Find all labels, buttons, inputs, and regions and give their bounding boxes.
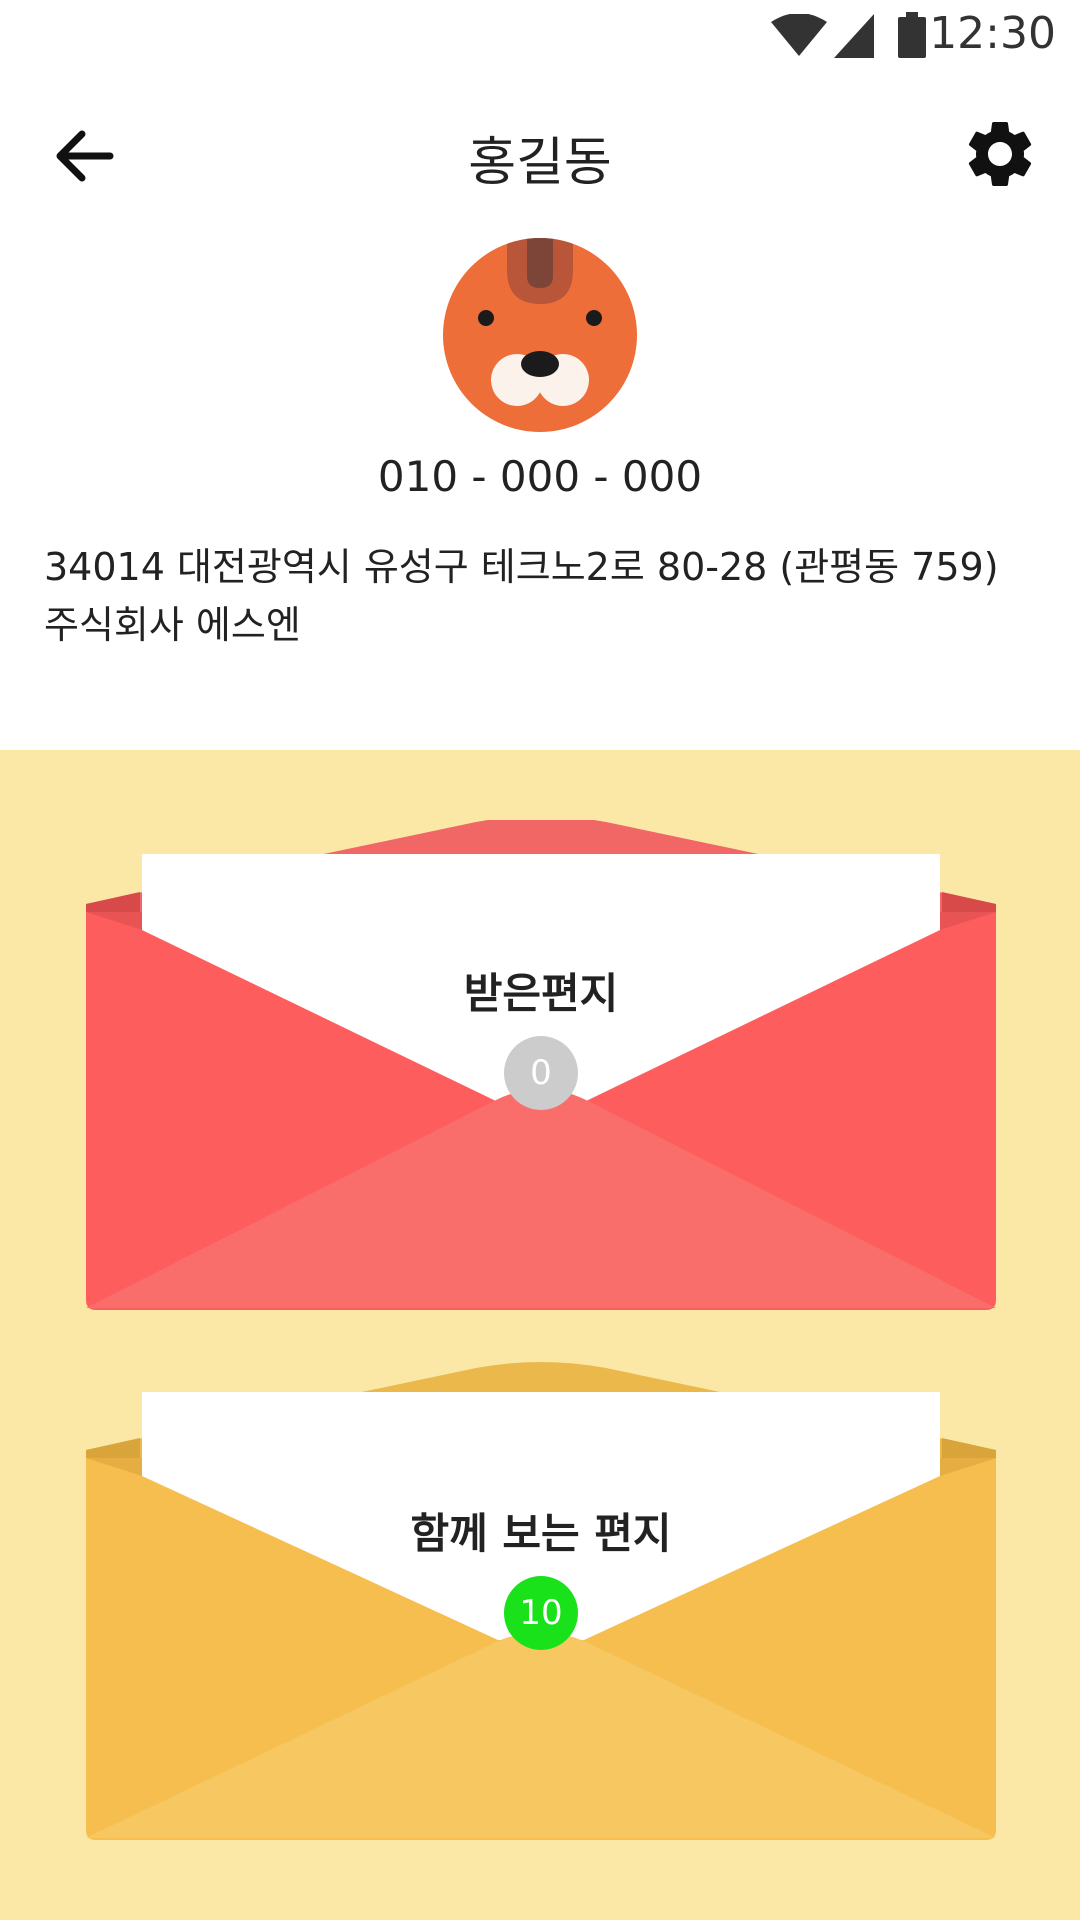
gear-icon[interactable] <box>960 114 1040 194</box>
signal-icon <box>834 14 874 58</box>
app-bar: 홍길동 <box>0 100 1080 210</box>
received-letters-label: 받은편지 <box>463 969 619 1018</box>
mailbox-panel: 받은편지 0 함께 보는 편지 10 <box>0 750 1080 1920</box>
received-letters-envelope[interactable]: 받은편지 0 <box>86 820 996 1320</box>
page-title: 홍길동 <box>468 133 612 193</box>
received-count-badge: 0 <box>504 1036 578 1110</box>
shared-letters-label: 함께 보는 편지 <box>410 1509 672 1558</box>
beaver-avatar-icon <box>443 238 637 432</box>
address: 34014 대전광역시 유성구 테크노2로 80-28 (관평동 759) 주식… <box>44 538 1044 654</box>
shared-count-badge: 10 <box>504 1576 578 1650</box>
status-time: 12:30 <box>929 8 1056 59</box>
shared-letters-envelope[interactable]: 함께 보는 편지 10 <box>86 1350 996 1850</box>
status-bar: 12:30 <box>0 0 1080 72</box>
battery-icon <box>898 12 926 58</box>
address-line-2: 주식회사 에스엔 <box>44 603 301 647</box>
address-line-1: 34014 대전광역시 유성구 테크노2로 80-28 (관평동 759) <box>44 545 999 589</box>
phone-number: 010 - 000 - 000 <box>377 452 703 501</box>
wifi-icon <box>771 14 827 56</box>
